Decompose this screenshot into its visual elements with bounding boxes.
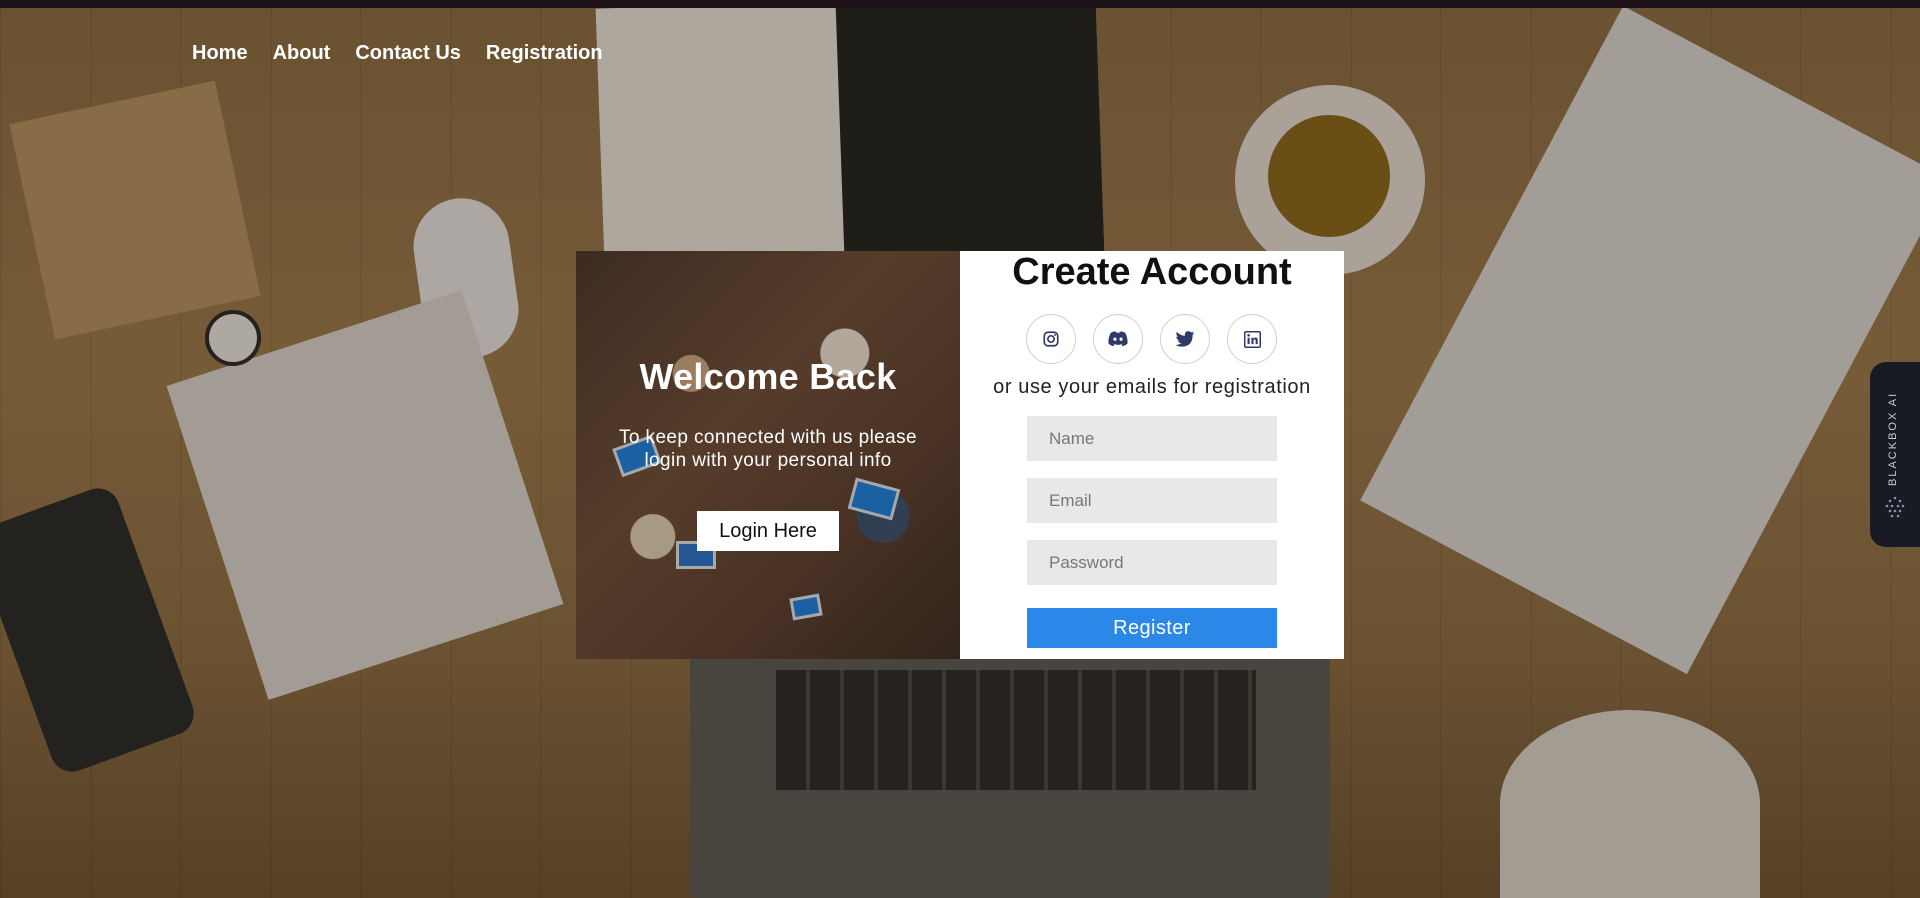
social-buttons [1026,314,1277,364]
name-field[interactable]: Name [1027,416,1277,461]
nav-contact-us[interactable]: Contact Us [355,42,461,65]
nav-about[interactable]: About [273,42,331,65]
top-bar [0,0,1920,8]
discord-icon [1108,331,1128,347]
instagram-button[interactable] [1026,314,1076,364]
registration-panel: Create Account or use your emails for re… [960,251,1344,659]
welcome-panel: Welcome Back To keep connected with us p… [576,251,960,659]
discord-button[interactable] [1093,314,1143,364]
auth-card: Welcome Back To keep connected with us p… [576,251,1344,659]
welcome-subtitle: To keep connected with us please login w… [619,427,917,471]
nav-registration[interactable]: Registration [486,42,603,65]
twitter-button[interactable] [1160,314,1210,364]
password-field[interactable]: Password [1027,540,1277,585]
main-nav: Home About Contact Us Registration [192,42,603,65]
nav-home[interactable]: Home [192,42,248,65]
blackbox-logo-icon [1885,496,1905,518]
linkedin-button[interactable] [1227,314,1277,364]
create-account-title: Create Account [1012,251,1292,293]
email-field[interactable]: Email [1027,478,1277,523]
linkedin-icon [1243,330,1261,348]
registration-hint: or use your emails for registration [993,376,1311,398]
welcome-title: Welcome Back [639,356,897,397]
blackbox-ai-tab[interactable]: BLACKBOX AI [1870,362,1920,547]
login-button[interactable]: Login Here [697,511,839,551]
twitter-icon [1175,331,1195,347]
blackbox-ai-label: BLACKBOX AI [1887,391,1899,487]
register-button[interactable]: Register [1027,608,1277,648]
welcome-content: Welcome Back To keep connected with us p… [576,251,960,659]
instagram-icon [1043,331,1059,347]
